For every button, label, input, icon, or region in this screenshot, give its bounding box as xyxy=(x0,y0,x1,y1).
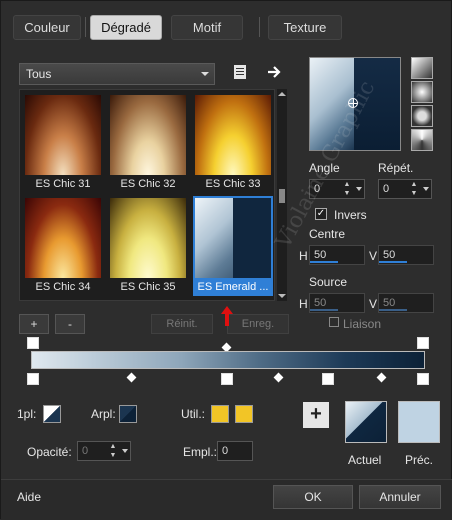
util-swatch-alt[interactable] xyxy=(235,405,253,423)
opacity-field[interactable]: 0 ▲ ▼ xyxy=(77,441,131,461)
invert-label: Invers xyxy=(334,208,367,222)
rectangular-type-icon[interactable] xyxy=(411,105,433,127)
add-to-list-button[interactable]: + xyxy=(303,402,329,428)
remove-gradient-button[interactable]: - xyxy=(55,314,85,334)
gradient-editor-bar[interactable] xyxy=(31,351,425,369)
color-midpoint-marker[interactable] xyxy=(376,372,387,383)
chevron-down-icon[interactable] xyxy=(122,449,128,453)
color-stop-marker[interactable] xyxy=(417,373,429,385)
repeat-field[interactable]: 0 ▲ ▼ xyxy=(378,179,432,199)
gradient-item[interactable]: ES Chic 32 xyxy=(108,93,188,193)
category-dropdown-value: Tous xyxy=(26,67,52,81)
tab-couleur[interactable]: Couleur xyxy=(13,15,81,40)
view-list-icon[interactable] xyxy=(231,63,249,81)
arrow-right-icon[interactable] xyxy=(265,63,283,81)
chevron-down-icon[interactable] xyxy=(356,187,362,191)
centre-h-label: H xyxy=(299,249,308,263)
previous-swatch[interactable] xyxy=(398,401,440,443)
source-h-label: H xyxy=(299,297,308,311)
tab-separator xyxy=(259,17,260,37)
centre-h-slider[interactable]: 50 xyxy=(309,245,365,265)
scroll-down-icon[interactable] xyxy=(278,294,286,298)
gradient-dialog: Couleur Dégradé Motif Texture Tous ES Ch… xyxy=(0,0,452,520)
source-label: Source xyxy=(309,275,348,289)
gradient-list-scrollbar[interactable] xyxy=(277,89,287,301)
opl-swatch[interactable] xyxy=(43,405,61,423)
gradient-swatch xyxy=(110,198,186,278)
linear-type-icon[interactable] xyxy=(411,57,433,79)
tab-separator xyxy=(85,17,86,37)
save-button[interactable]: Enreg. xyxy=(227,314,289,334)
opacity-label: Opacité: xyxy=(27,445,72,459)
dialog-footer: Aide OK Annuler xyxy=(1,479,452,520)
gradient-item-selected[interactable]: ES Emerald ... xyxy=(193,196,273,296)
sunburst-type-icon[interactable] xyxy=(411,129,433,151)
color-stop-marker[interactable] xyxy=(322,373,334,385)
current-label: Actuel xyxy=(348,453,382,467)
link-checkbox[interactable] xyxy=(329,317,339,327)
gradient-swatch xyxy=(25,95,101,175)
radial-type-icon[interactable] xyxy=(411,81,433,103)
util-label: Util.: xyxy=(181,407,205,421)
gradient-list[interactable]: ES Chic 31 ES Chic 32 ES Chic 33 ES Chic… xyxy=(19,89,275,301)
tab-texture[interactable]: Texture xyxy=(268,15,342,40)
gradient-item[interactable]: ES Chic 33 xyxy=(193,93,273,193)
ok-button[interactable]: OK xyxy=(273,485,353,509)
color-stop-marker[interactable] xyxy=(221,373,233,385)
chevron-down-icon xyxy=(201,72,209,76)
color-midpoint-marker[interactable] xyxy=(126,372,137,383)
stepper-icon[interactable]: ▲ ▼ xyxy=(409,180,419,198)
chevron-down-icon[interactable] xyxy=(423,187,429,191)
gradient-item[interactable]: ES Chic 31 xyxy=(23,93,103,193)
tab-motif[interactable]: Motif xyxy=(171,15,243,40)
gradient-label: ES Chic 33 xyxy=(205,178,261,190)
arrow-up-icon xyxy=(220,305,234,327)
gradient-label: ES Chic 31 xyxy=(35,178,91,190)
empl-field[interactable]: 0 xyxy=(217,441,253,461)
repeat-label: Répét. xyxy=(378,161,414,175)
gradient-swatch xyxy=(195,95,271,175)
gradient-item[interactable]: ES Chic 34 xyxy=(23,196,103,296)
color-stop-marker[interactable] xyxy=(27,373,39,385)
gradient-item[interactable]: ES Chic 35 xyxy=(108,196,188,296)
invert-checkbox[interactable]: ✓ xyxy=(315,208,327,220)
previous-label: Préc. xyxy=(405,453,434,467)
category-dropdown[interactable]: Tous xyxy=(19,63,215,85)
source-h-slider[interactable]: 50 xyxy=(309,293,365,313)
centre-label: Centre xyxy=(309,227,346,241)
centre-v-label: V xyxy=(369,249,378,263)
add-gradient-button[interactable]: + xyxy=(19,314,49,334)
color-midpoint-marker[interactable] xyxy=(273,372,284,383)
centre-v-slider[interactable]: 50 xyxy=(378,245,434,265)
gradient-label: ES Chic 34 xyxy=(35,281,91,293)
top-left-stop-marker[interactable] xyxy=(27,337,39,349)
link-label: Liaison xyxy=(343,317,382,331)
help-link[interactable]: Aide xyxy=(17,490,41,504)
arpl-swatch[interactable] xyxy=(119,405,137,423)
cancel-button[interactable]: Annuler xyxy=(359,485,441,509)
source-v-label: V xyxy=(369,297,378,311)
stepper-icon[interactable]: ▲ ▼ xyxy=(342,180,352,198)
util-swatch[interactable] xyxy=(211,405,229,423)
gradient-label: ES Chic 35 xyxy=(120,281,176,293)
scrollbar-thumb[interactable] xyxy=(279,189,285,203)
reset-button[interactable]: Réinit. xyxy=(151,314,213,334)
top-right-stop-marker[interactable] xyxy=(417,337,429,349)
scroll-up-icon[interactable] xyxy=(278,92,286,96)
empl-label: Empl.: xyxy=(183,445,218,459)
arpl-label: Arpl: xyxy=(91,407,116,421)
gradient-label: ES Emerald ... xyxy=(197,281,269,293)
current-swatch[interactable] xyxy=(345,401,387,443)
tab-degrade[interactable]: Dégradé xyxy=(90,15,162,40)
gradient-swatch xyxy=(110,95,186,175)
gradient-swatch xyxy=(25,198,101,278)
source-v-slider[interactable]: 50 xyxy=(378,293,434,313)
opl-label: 1pl: xyxy=(17,407,37,421)
gradient-label: ES Chic 32 xyxy=(120,178,176,190)
gradient-swatch xyxy=(195,198,271,278)
stepper-icon[interactable]: ▲ ▼ xyxy=(108,442,118,460)
